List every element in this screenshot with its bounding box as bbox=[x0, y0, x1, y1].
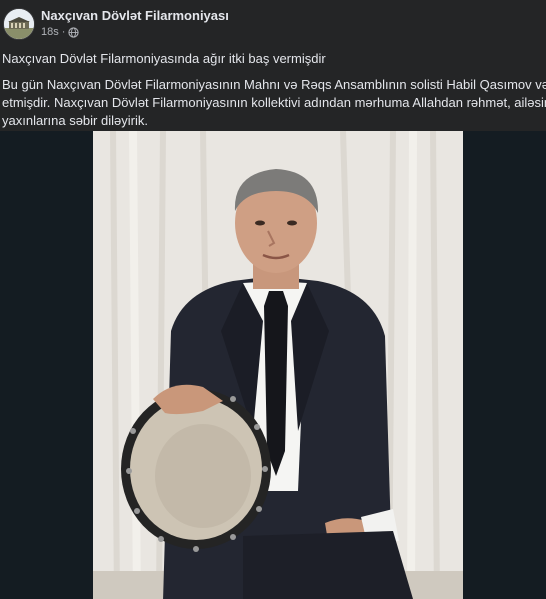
post-header: Naxçıvan Dövlət Filarmoniyası 18s · bbox=[0, 0, 546, 44]
post-headline: Naxçıvan Dövlət Filarmoniyasında ağır it… bbox=[2, 51, 326, 66]
post-meta: 18s · bbox=[41, 26, 80, 38]
page-name-link[interactable]: Naxçıvan Dövlət Filarmoniyası bbox=[41, 8, 229, 23]
page-avatar[interactable] bbox=[3, 8, 35, 40]
post-body-line: Bu gün Naxçıvan Dövlət Filarmoniyasının … bbox=[2, 77, 546, 92]
post-photo-container[interactable] bbox=[0, 131, 546, 599]
globe-icon[interactable] bbox=[68, 26, 80, 38]
post-text: Naxçıvan Dövlət Filarmoniyasında ağır it… bbox=[0, 50, 546, 130]
post-photo[interactable] bbox=[93, 131, 463, 599]
building-logo-icon bbox=[4, 9, 34, 39]
post-body-line: yaxınlarına səbir diləyirik. bbox=[2, 113, 148, 128]
post-time[interactable]: 18s bbox=[41, 26, 59, 38]
post-body: Bu gün Naxçıvan Dövlət Filarmoniyasının … bbox=[2, 76, 546, 130]
post-body-line: etmişdir. Naxçıvan Dövlət Filarmoniyasın… bbox=[2, 95, 546, 110]
portrait-photo bbox=[93, 131, 463, 599]
meta-separator: · bbox=[61, 26, 66, 38]
